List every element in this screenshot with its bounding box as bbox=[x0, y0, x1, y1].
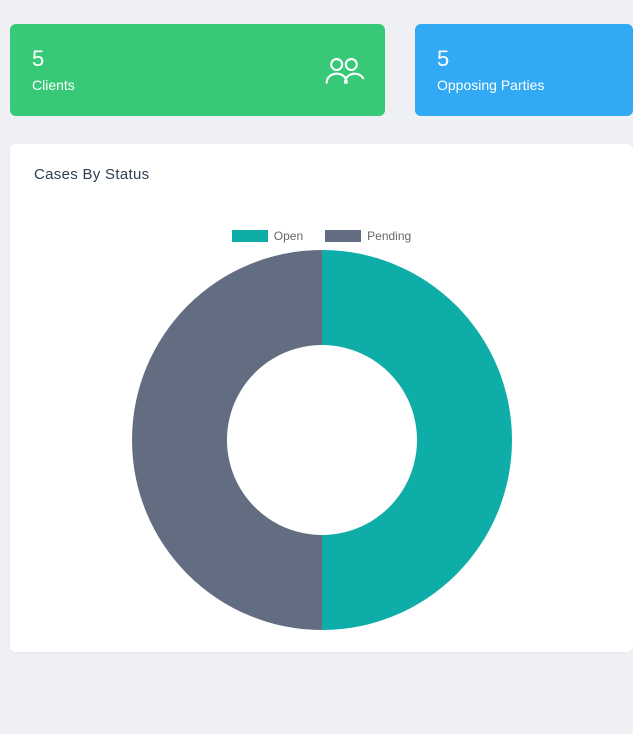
chart-legend: Open Pending bbox=[10, 229, 633, 243]
stat-cards-row: 5 Clients 5 Opposing Parties bbox=[10, 24, 633, 116]
card-opposing-label: Opposing Parties bbox=[437, 77, 611, 93]
card-clients-label: Clients bbox=[32, 77, 363, 93]
cases-by-status-panel: Cases By Status Open Pending bbox=[10, 144, 633, 652]
card-clients[interactable]: 5 Clients bbox=[10, 24, 385, 116]
card-opposing-parties[interactable]: 5 Opposing Parties bbox=[415, 24, 633, 116]
donut-svg bbox=[132, 250, 512, 630]
legend-swatch bbox=[232, 230, 268, 242]
donut-chart bbox=[132, 250, 512, 635]
legend-label: Pending bbox=[367, 229, 411, 243]
legend-item-pending[interactable]: Pending bbox=[325, 229, 411, 243]
users-icon bbox=[323, 54, 365, 86]
panel-title: Cases By Status bbox=[34, 166, 609, 183]
card-opposing-value: 5 bbox=[437, 47, 611, 71]
legend-item-open[interactable]: Open bbox=[232, 229, 303, 243]
legend-swatch bbox=[325, 230, 361, 242]
legend-label: Open bbox=[274, 229, 303, 243]
donut-hole bbox=[227, 345, 417, 535]
card-clients-value: 5 bbox=[32, 47, 363, 71]
